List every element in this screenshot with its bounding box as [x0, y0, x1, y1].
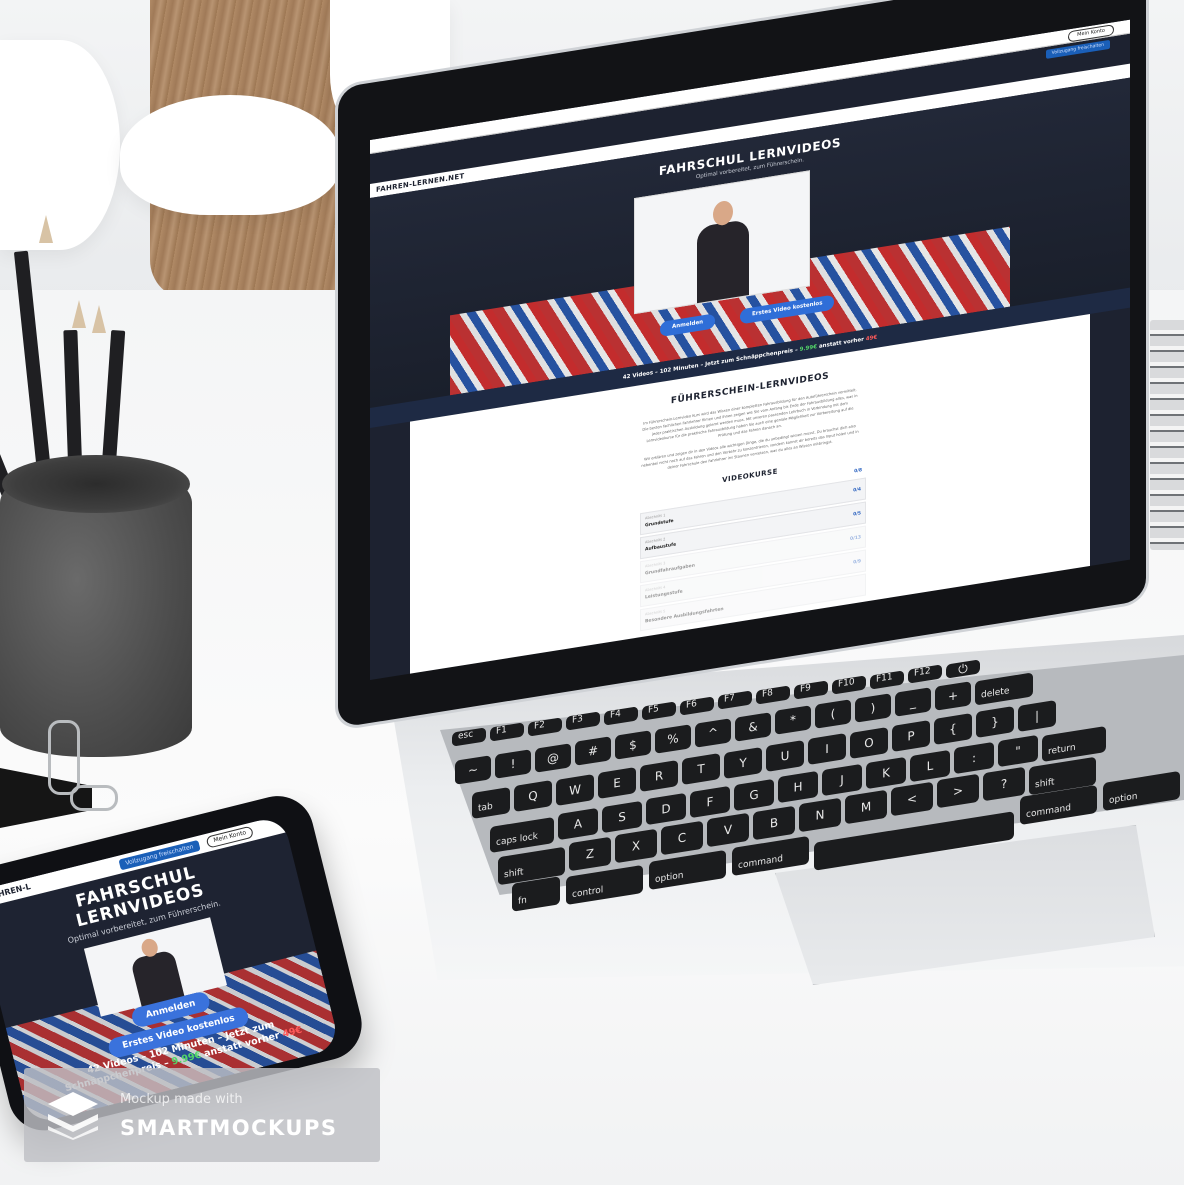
pencil-tip — [72, 300, 86, 328]
keyboard-key[interactable]: O — [850, 726, 888, 759]
keyboard-key[interactable]: | — [1018, 699, 1056, 732]
keyboard-key[interactable]: Y — [724, 746, 762, 779]
watermark-caption: Mockup made with — [120, 1092, 243, 1107]
course-name: Aufbaustufe — [645, 542, 677, 553]
phone-site-logo[interactable]: FAHREN-L — [0, 882, 32, 901]
course-total-count: 0/8 — [854, 468, 862, 475]
course-section-label: Abschnitt 5 — [645, 609, 666, 617]
keyboard-key[interactable]: + — [935, 680, 971, 711]
price-new: 9.99€ — [799, 344, 818, 353]
course-section-label: Abschnitt 1 — [645, 513, 666, 521]
pencil-cup-rim — [2, 455, 190, 513]
course-section-label: Abschnitt 3 — [645, 561, 666, 569]
book-stack — [1150, 320, 1184, 550]
pencil-tip — [92, 305, 106, 333]
keyboard-key[interactable]: & — [735, 711, 771, 742]
binder-clip-wire — [70, 785, 118, 811]
keyboard-key[interactable]: ? — [983, 766, 1026, 801]
offer-text-middle: anstatt vorher — [817, 336, 866, 351]
watermark-brand: SMARTMOCKUPS — [120, 1116, 338, 1140]
keyboard-key[interactable]: W — [556, 773, 594, 806]
course-progress-count: 0/5 — [853, 511, 861, 518]
course-progress-count: 0/4 — [853, 487, 861, 494]
keyboard-key[interactable]: @ — [535, 742, 571, 773]
binder-clip-wire — [48, 720, 80, 795]
course-name: Grundstufe — [645, 518, 674, 529]
white-sculpture-shape — [120, 95, 340, 215]
smartmockups-watermark: Mockup made with SMARTMOCKUPS — [24, 1068, 380, 1162]
course-progress-count: 0/13 — [849, 535, 861, 542]
price-old: 49€ — [865, 334, 878, 343]
course-section-label: Abschnitt 2 — [645, 537, 666, 545]
white-sculpture-shape — [0, 40, 120, 250]
course-section-label: Abschnitt 4 — [645, 585, 666, 593]
layers-logo-icon — [48, 1092, 98, 1140]
presenter-figure — [697, 218, 749, 308]
pencil-tip — [39, 215, 53, 243]
course-progress-count: 0/9 — [853, 559, 861, 566]
